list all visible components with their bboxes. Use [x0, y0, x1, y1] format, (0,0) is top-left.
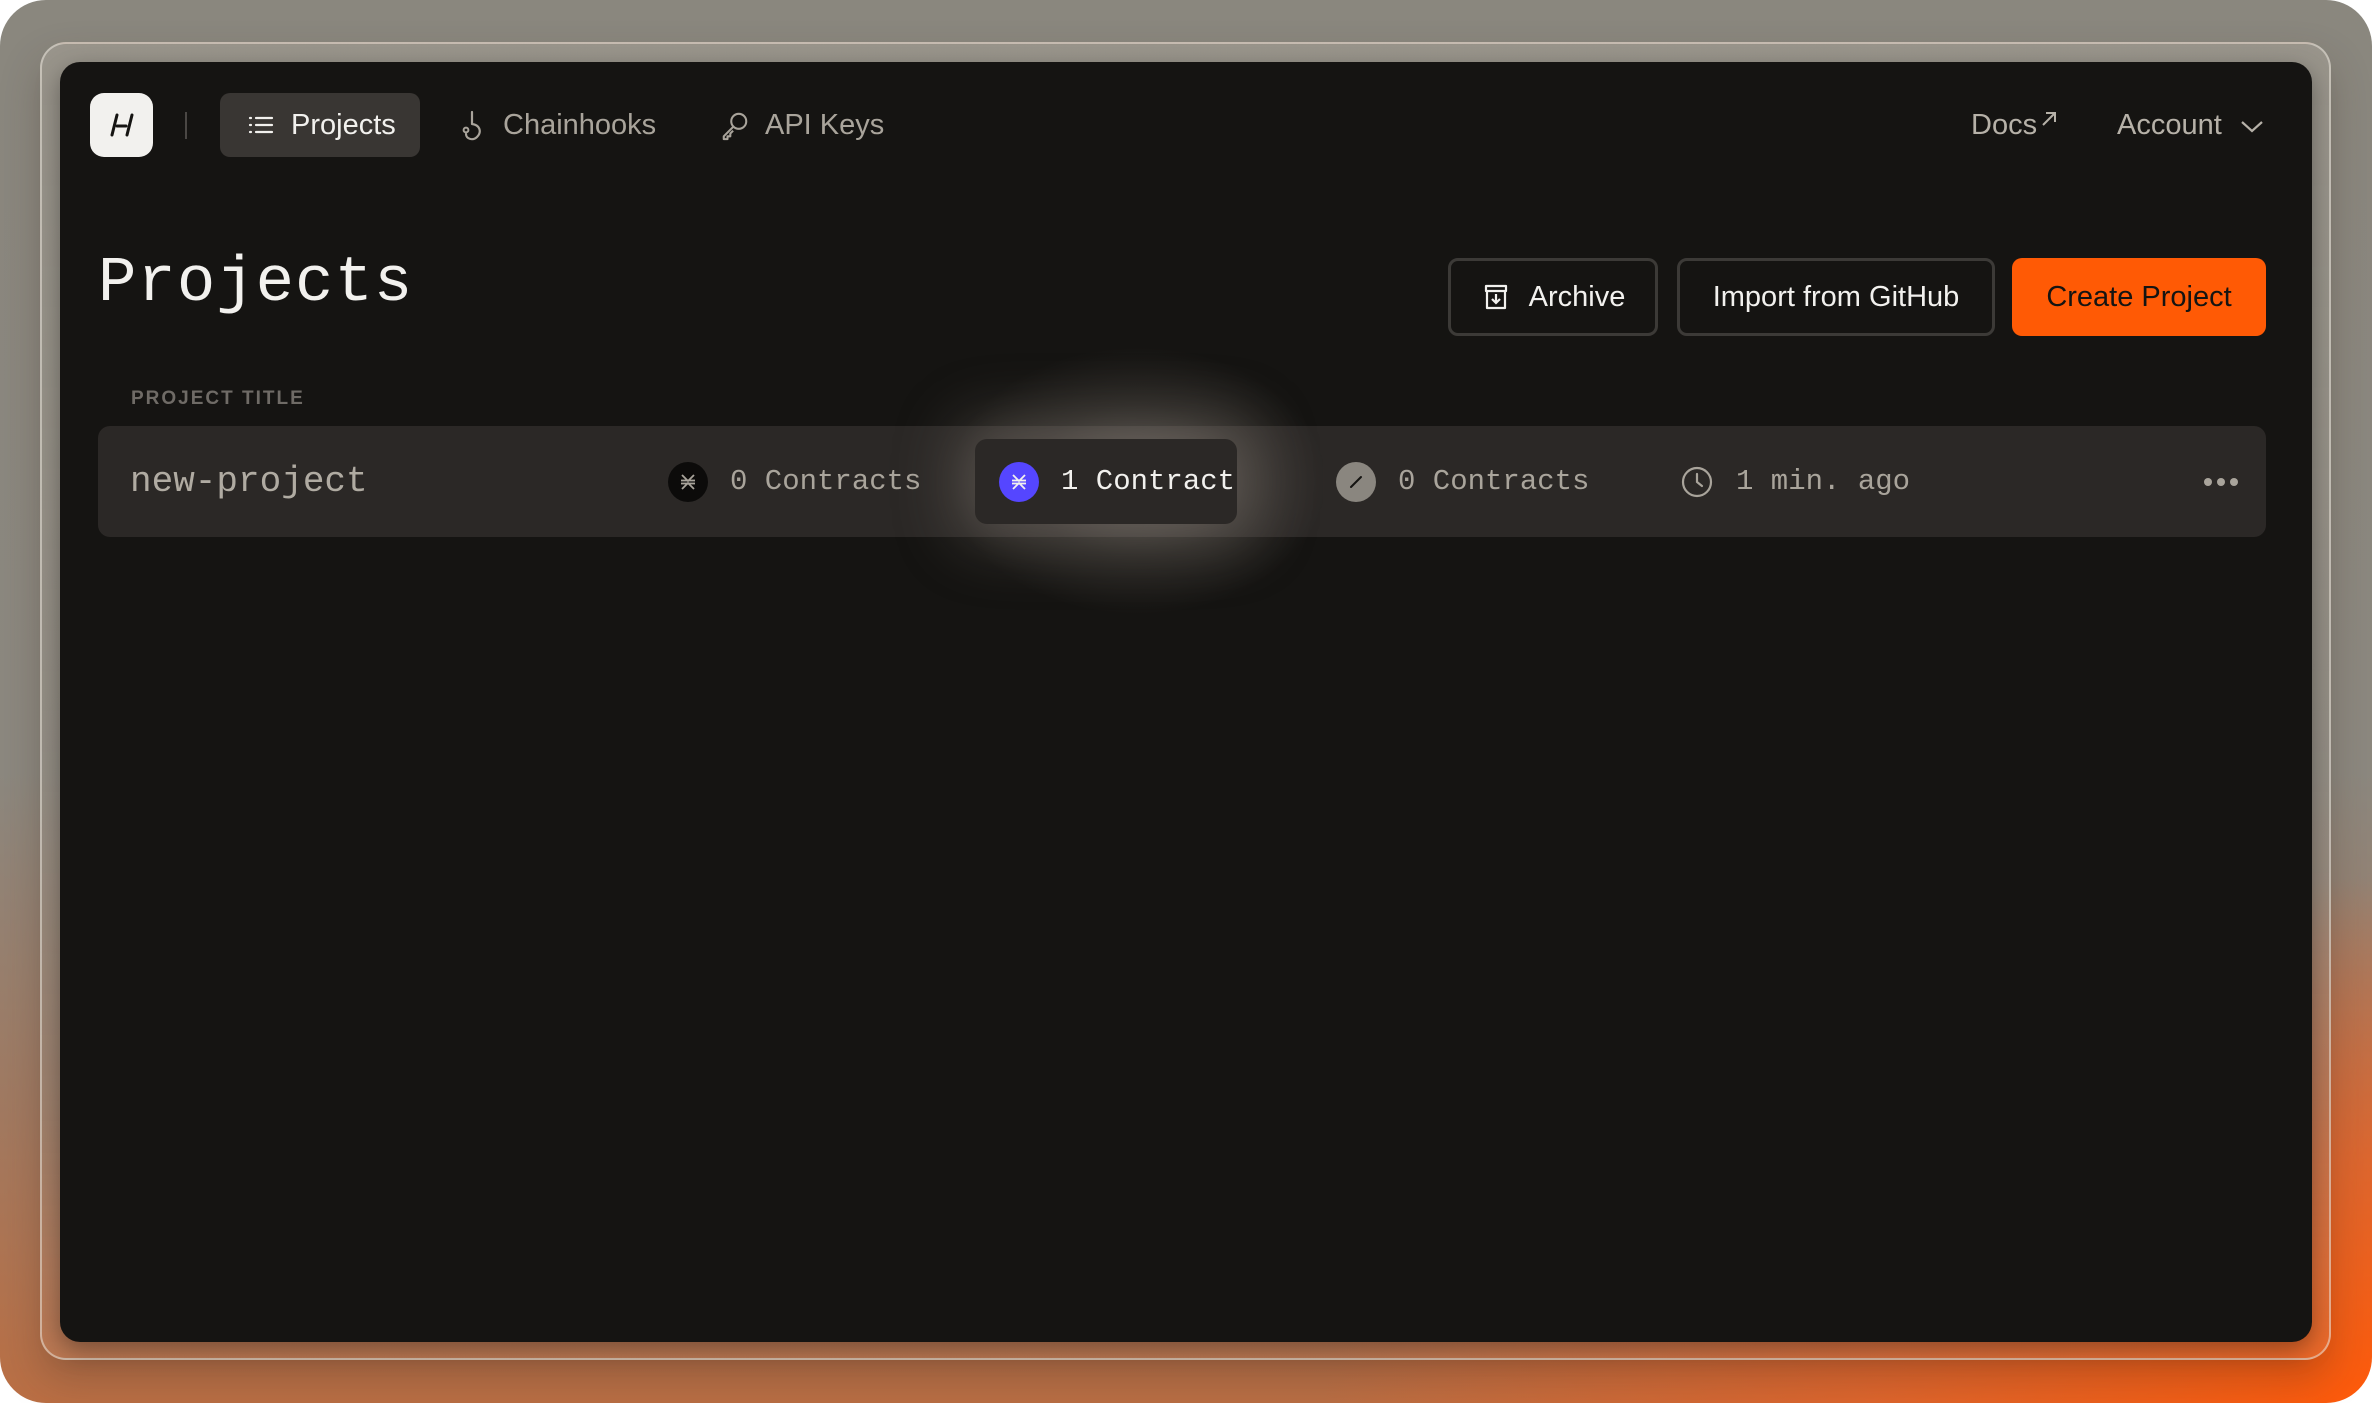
list-icon: [246, 110, 276, 140]
stacks-icon: [668, 461, 708, 502]
create-project-label: Create Project: [2046, 280, 2232, 313]
column-header-project-title: PROJECT TITLE: [131, 388, 305, 409]
other-network-contracts[interactable]: 0 Contracts: [1336, 426, 1589, 537]
last-updated-label: 1 min. ago: [1736, 465, 1911, 498]
key-icon: [720, 110, 750, 141]
last-updated: 1 min. ago: [1680, 426, 1910, 537]
more-horizontal-icon[interactable]: [2204, 426, 2238, 537]
docs-link[interactable]: Docs: [1971, 93, 2058, 157]
archive-icon: [1481, 282, 1511, 312]
mainnet-contracts-label: 0 Contracts: [730, 465, 922, 498]
app-panel: Projects Chainhooks API Keys Docs Accoun…: [60, 62, 2312, 1342]
create-project-button[interactable]: Create Project: [2012, 258, 2266, 336]
tab-chainhooks-label: Chainhooks: [503, 108, 657, 141]
import-github-label: Import from GitHub: [1712, 280, 1960, 313]
tab-chainhooks[interactable]: Chainhooks: [458, 93, 656, 157]
tab-api-keys[interactable]: API Keys: [720, 93, 884, 157]
logo[interactable]: [90, 93, 153, 157]
mainnet-contracts[interactable]: 0 Contracts: [668, 426, 921, 537]
nav-divider: [185, 112, 187, 139]
devnet-contracts-pill[interactable]: 1 Contract: [975, 439, 1237, 524]
dot: [2217, 477, 2225, 486]
dot: [2230, 477, 2238, 486]
page-title: Projects: [98, 248, 414, 320]
slash-icon: [1336, 461, 1376, 502]
docs-label: Docs: [1971, 108, 2038, 141]
chevron-down-icon: [2240, 109, 2264, 142]
tab-projects-label: Projects: [291, 108, 396, 141]
table-row[interactable]: new-project 0 Contracts 1 Contract 0 Con…: [98, 346, 2266, 616]
external-link-icon: [2040, 103, 2058, 136]
stacks-icon: [999, 461, 1039, 502]
tab-api-keys-label: API Keys: [765, 108, 885, 141]
project-title[interactable]: new-project: [130, 426, 368, 537]
devnet-contracts-label: 1 Contract: [1061, 465, 1236, 498]
archive-label: Archive: [1528, 280, 1626, 313]
tab-projects[interactable]: Projects: [220, 93, 420, 157]
account-label: Account: [2117, 108, 2222, 141]
hook-icon: [458, 110, 488, 141]
import-github-button[interactable]: Import from GitHub: [1677, 258, 1995, 336]
dot: [2204, 477, 2212, 486]
account-menu[interactable]: Account: [2117, 93, 2264, 157]
archive-button[interactable]: Archive: [1448, 258, 1658, 336]
other-network-contracts-label: 0 Contracts: [1398, 465, 1590, 498]
hiro-logo-icon: [110, 113, 133, 137]
clock-icon: [1680, 465, 1714, 499]
